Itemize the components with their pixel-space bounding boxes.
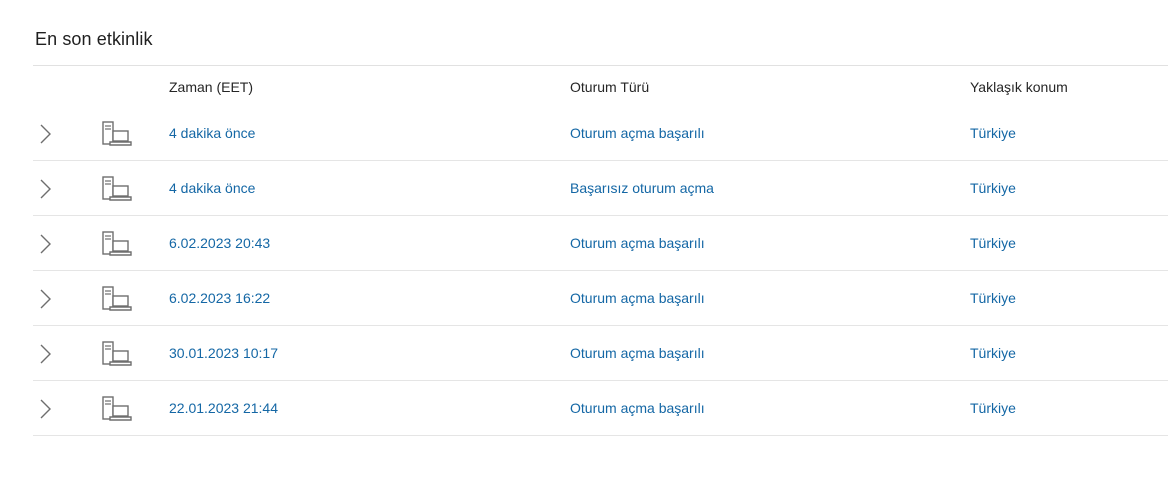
computer-icon xyxy=(102,341,132,366)
row-location-link[interactable]: Türkiye xyxy=(970,125,1016,141)
chevron-right-icon[interactable] xyxy=(38,288,52,310)
row-time-link[interactable]: 6.02.2023 16:22 xyxy=(169,290,270,306)
header-location: Yaklaşık konum xyxy=(970,79,1068,95)
row-time-link[interactable]: 6.02.2023 20:43 xyxy=(169,235,270,251)
row-location-link[interactable]: Türkiye xyxy=(970,400,1016,416)
computer-icon xyxy=(102,286,132,311)
table-row[interactable]: 4 dakika önce Oturum açma başarılı Türki… xyxy=(33,106,1168,161)
row-location-link[interactable]: Türkiye xyxy=(970,235,1016,251)
row-type-link[interactable]: Oturum açma başarılı xyxy=(570,125,705,141)
section-title: En son etkinlik xyxy=(35,29,153,49)
computer-icon xyxy=(102,396,132,421)
chevron-right-icon[interactable] xyxy=(38,233,52,255)
chevron-right-icon[interactable] xyxy=(38,178,52,200)
row-type-link[interactable]: Oturum açma başarılı xyxy=(570,235,705,251)
chevron-right-icon[interactable] xyxy=(38,123,52,145)
row-type-link[interactable]: Oturum açma başarılı xyxy=(570,400,705,416)
table-header: Zaman (EET) Oturum Türü Yaklaşık konum xyxy=(33,66,1168,106)
table-row[interactable]: 6.02.2023 20:43 Oturum açma başarılı Tür… xyxy=(33,216,1168,271)
computer-icon xyxy=(102,176,132,201)
row-time-link[interactable]: 30.01.2023 10:17 xyxy=(169,345,278,361)
row-time-link[interactable]: 4 dakika önce xyxy=(169,180,255,196)
header-type: Oturum Türü xyxy=(570,79,650,95)
table-row[interactable]: 6.02.2023 16:22 Oturum açma başarılı Tür… xyxy=(33,271,1168,326)
row-time-link[interactable]: 4 dakika önce xyxy=(169,125,255,141)
row-type-link[interactable]: Oturum açma başarılı xyxy=(570,345,705,361)
row-location-link[interactable]: Türkiye xyxy=(970,290,1016,306)
row-time-link[interactable]: 22.01.2023 21:44 xyxy=(169,400,278,416)
chevron-right-icon[interactable] xyxy=(38,398,52,420)
recent-activity-page: En son etkinlik Zaman (EET) Oturum Türü … xyxy=(0,0,1168,478)
activity-table: Zaman (EET) Oturum Türü Yaklaşık konum 4… xyxy=(33,65,1168,436)
header-time: Zaman (EET) xyxy=(169,79,254,95)
computer-icon xyxy=(102,121,132,146)
row-location-link[interactable]: Türkiye xyxy=(970,180,1016,196)
chevron-right-icon[interactable] xyxy=(38,343,52,365)
table-row[interactable]: 4 dakika önce Başarısız oturum açma Türk… xyxy=(33,161,1168,216)
table-body: 4 dakika önce Oturum açma başarılı Türki… xyxy=(33,106,1168,436)
table-row[interactable]: 30.01.2023 10:17 Oturum açma başarılı Tü… xyxy=(33,326,1168,381)
table-row[interactable]: 22.01.2023 21:44 Oturum açma başarılı Tü… xyxy=(33,381,1168,436)
computer-icon xyxy=(102,231,132,256)
row-type-link[interactable]: Oturum açma başarılı xyxy=(570,290,705,306)
row-location-link[interactable]: Türkiye xyxy=(970,345,1016,361)
row-type-link[interactable]: Başarısız oturum açma xyxy=(570,180,714,196)
